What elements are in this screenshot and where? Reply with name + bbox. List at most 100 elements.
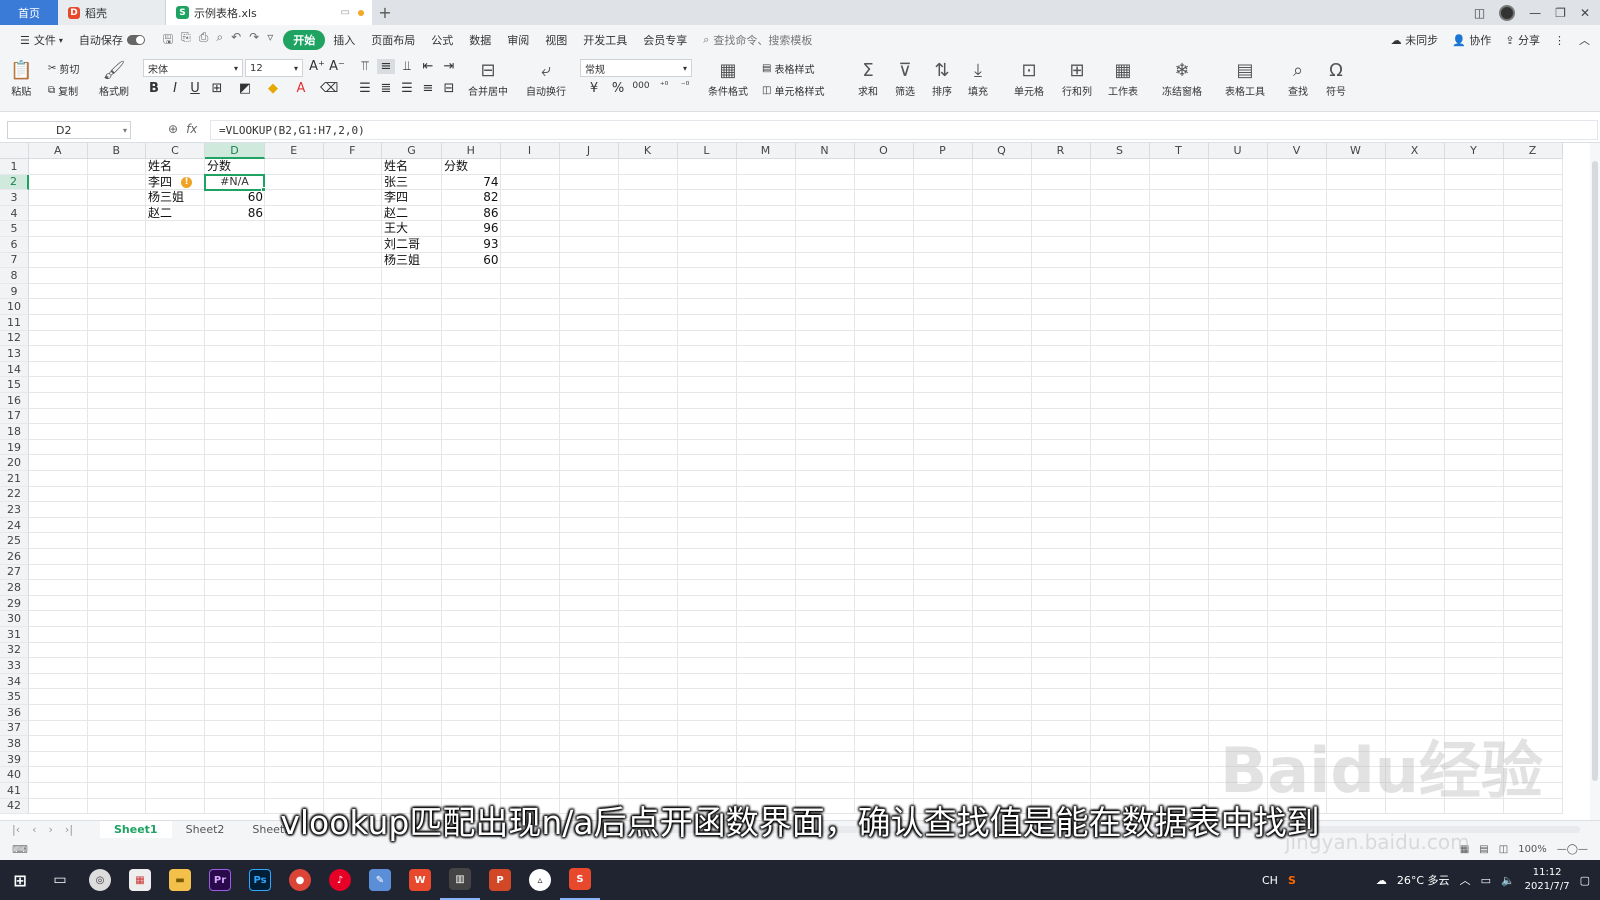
- print-icon[interactable]: ⎙: [199, 30, 209, 51]
- column-header-b[interactable]: B: [87, 143, 146, 159]
- file-menu[interactable]: ☰ 文件 ▾: [12, 30, 71, 50]
- bold-icon[interactable]: B: [145, 81, 163, 96]
- column-header-s[interactable]: S: [1090, 143, 1150, 159]
- row-header-25[interactable]: 25: [0, 533, 29, 549]
- row-header-20[interactable]: 20: [0, 455, 29, 471]
- fx-icon[interactable]: fx: [186, 122, 197, 136]
- close-icon[interactable]: ✕: [1580, 6, 1590, 20]
- tab-formulas[interactable]: 公式: [423, 30, 461, 50]
- taskbar-premiere[interactable]: Pr: [200, 860, 240, 900]
- row-header-9[interactable]: 9: [0, 283, 29, 300]
- taskbar-app-2[interactable]: ▦: [120, 860, 160, 900]
- cell-h1[interactable]: 分数: [444, 159, 499, 175]
- column-header-j[interactable]: J: [559, 143, 619, 159]
- sync-button[interactable]: ☁ 未同步: [1391, 32, 1439, 48]
- sort-button[interactable]: ⇅ 排序: [932, 59, 952, 98]
- restore-icon[interactable]: ❐: [1555, 6, 1566, 20]
- column-header-m[interactable]: M: [736, 143, 796, 159]
- row-header-18[interactable]: 18: [0, 424, 29, 440]
- symbol-button[interactable]: Ω 符号: [1326, 59, 1346, 98]
- cell-g7[interactable]: 杨三姐: [384, 253, 440, 269]
- cell-style-button[interactable]: ◫ 单元格样式: [762, 83, 824, 98]
- tab-view[interactable]: 视图: [537, 30, 575, 50]
- taskbar-wps[interactable]: W: [400, 860, 440, 900]
- row-header-19[interactable]: 19: [0, 439, 29, 456]
- row-header-6[interactable]: 6: [0, 237, 29, 253]
- row-header-30[interactable]: 30: [0, 611, 29, 627]
- more-options-icon[interactable]: ⋮: [1554, 34, 1565, 47]
- row-header-37[interactable]: 37: [0, 720, 29, 737]
- taskbar-photoshop[interactable]: Ps: [240, 860, 280, 900]
- align-middle-icon[interactable]: ≡: [377, 59, 395, 74]
- row-header-17[interactable]: 17: [0, 408, 29, 425]
- cell-g3[interactable]: 李四: [384, 190, 440, 206]
- border-icon[interactable]: ⊞: [208, 81, 226, 96]
- preview-icon[interactable]: ⌕: [216, 30, 223, 51]
- ime-icon[interactable]: S: [1288, 874, 1296, 887]
- clear-format-icon[interactable]: ⌫: [320, 81, 338, 96]
- freeze-button[interactable]: ❄ 冻结窗格: [1162, 59, 1202, 98]
- column-header-d[interactable]: D: [205, 143, 265, 159]
- column-header-a[interactable]: A: [29, 143, 88, 159]
- underline-icon[interactable]: U: [186, 81, 204, 96]
- cell-g2[interactable]: 张三: [384, 175, 440, 191]
- row-header-16[interactable]: 16: [0, 393, 29, 409]
- active-cell[interactable]: #N/A: [204, 173, 265, 192]
- column-header-r[interactable]: R: [1031, 143, 1091, 159]
- zoom-level[interactable]: 100%: [1518, 844, 1547, 855]
- cells-button[interactable]: ⊡ 单元格: [1014, 59, 1044, 98]
- wrap-text-button[interactable]: ⤶ 自动换行: [526, 59, 566, 98]
- row-header-11[interactable]: 11: [0, 315, 29, 331]
- tab-developer[interactable]: 开发工具: [575, 30, 635, 50]
- weather-text[interactable]: 26°C 多云: [1397, 872, 1450, 888]
- filter-button[interactable]: ⊽ 筛选: [895, 59, 915, 98]
- font-color-icon[interactable]: A: [292, 81, 310, 96]
- font-shrink-icon[interactable]: A⁻: [328, 59, 346, 74]
- column-header-f[interactable]: F: [323, 143, 382, 159]
- tab-docer[interactable]: D 稻壳: [58, 0, 166, 25]
- collapse-ribbon-icon[interactable]: ︿: [1579, 32, 1590, 48]
- export-icon[interactable]: ⎘: [181, 30, 191, 51]
- undo-icon[interactable]: ↶: [231, 30, 241, 51]
- taskbar-app-open-2[interactable]: P: [480, 860, 520, 900]
- row-header-21[interactable]: 21: [0, 471, 29, 487]
- macro-icon[interactable]: ⌨: [12, 843, 28, 856]
- fill-button[interactable]: ⤓ 填充: [968, 59, 988, 98]
- cell-d3[interactable]: 60: [207, 190, 263, 206]
- thousands-icon[interactable]: 000: [632, 81, 650, 91]
- column-header-c[interactable]: C: [146, 143, 205, 159]
- command-search[interactable]: ⌕ 查找命令、搜索模板: [695, 30, 820, 50]
- row-header-4[interactable]: 4: [0, 205, 29, 222]
- row-header-3[interactable]: 3: [0, 190, 29, 206]
- row-header-13[interactable]: 13: [0, 346, 29, 362]
- row-header-40[interactable]: 40: [0, 767, 29, 783]
- more-icon[interactable]: ▿: [267, 30, 273, 51]
- tab-review[interactable]: 审阅: [499, 30, 537, 50]
- tab-workbook[interactable]: S 示例表格.xls ▭: [166, 0, 372, 25]
- row-col-button[interactable]: ⊞ 行和列: [1062, 59, 1092, 98]
- taskbar-app-open-1[interactable]: ▥: [440, 860, 480, 900]
- minimize-icon[interactable]: —: [1529, 6, 1541, 20]
- row-header-22[interactable]: 22: [0, 486, 29, 503]
- tab-start[interactable]: 开始: [283, 30, 326, 50]
- column-header-i[interactable]: I: [500, 143, 560, 159]
- table-style-button[interactable]: ▤ 表格样式: [762, 61, 814, 76]
- cell-d4[interactable]: 86: [207, 206, 263, 222]
- column-header-n[interactable]: N: [795, 143, 855, 159]
- window-icon[interactable]: ▭: [341, 7, 350, 18]
- row-header-28[interactable]: 28: [0, 580, 29, 596]
- row-header-27[interactable]: 27: [0, 564, 29, 581]
- formula-input[interactable]: =VLOOKUP(B2,G1:H7,2,0): [210, 120, 1598, 140]
- row-header-36[interactable]: 36: [0, 705, 29, 721]
- page-break-icon[interactable]: ◫: [1499, 844, 1508, 855]
- avatar[interactable]: [1499, 4, 1516, 21]
- cell-d1[interactable]: 分数: [207, 159, 263, 175]
- decimal-decrease-icon[interactable]: ⁻⁰: [676, 81, 694, 91]
- cell-h2[interactable]: 74: [444, 175, 498, 191]
- column-header-u[interactable]: U: [1208, 143, 1268, 159]
- row-header-24[interactable]: 24: [0, 517, 29, 534]
- font-grow-icon[interactable]: A⁺: [308, 59, 326, 74]
- network-icon[interactable]: ▭: [1481, 874, 1491, 887]
- align-bottom-icon[interactable]: ⫫: [398, 59, 416, 74]
- fill-style-icon[interactable]: ◩: [236, 81, 254, 96]
